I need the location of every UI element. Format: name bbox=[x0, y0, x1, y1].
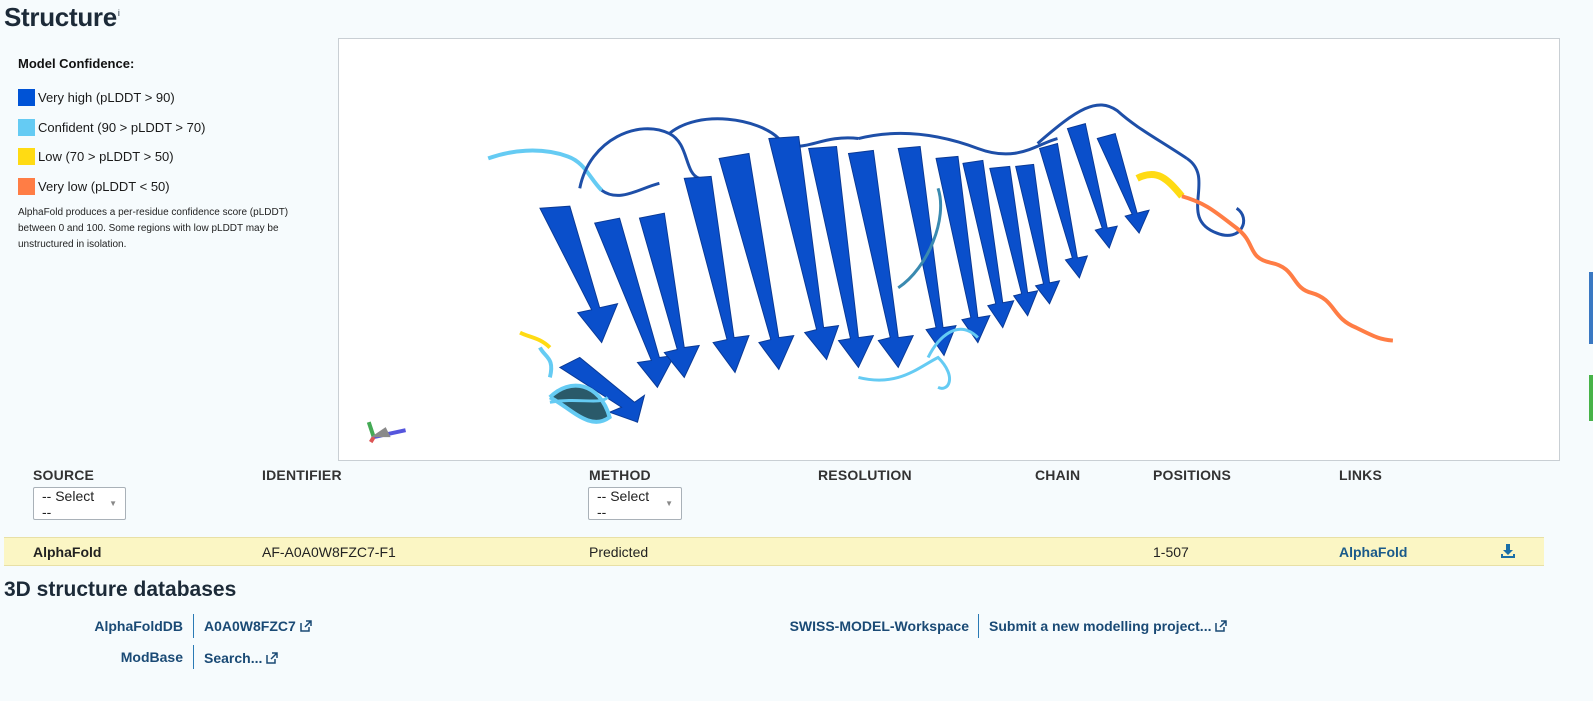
column-resolution: RESOLUTION bbox=[818, 467, 912, 483]
method-select-value: -- Select -- bbox=[597, 487, 650, 520]
legend-item-label: Very high (pLDDT > 90) bbox=[38, 90, 175, 106]
column-links: LINKS bbox=[1339, 467, 1382, 483]
legend-item-label: Low (70 > pLDDT > 50) bbox=[38, 149, 174, 165]
legend-item-confident: Confident (90 > pLDDT > 70) bbox=[18, 113, 318, 143]
very-low-swatch bbox=[18, 177, 35, 195]
table-row[interactable]: AlphaFold AF-A0A0W8FZC7-F1 Predicted 1-5… bbox=[4, 537, 1544, 566]
column-method: METHOD bbox=[589, 467, 651, 483]
legend-item-low: Low (70 > pLDDT > 50) bbox=[18, 142, 318, 172]
db-label-modbase: ModBase bbox=[120, 649, 183, 665]
confident-swatch bbox=[18, 118, 35, 136]
alphafolddb-link[interactable]: A0A0W8FZC7 bbox=[204, 618, 312, 634]
swiss-model-link[interactable]: Submit a new modelling project... bbox=[989, 618, 1228, 634]
external-link-icon bbox=[300, 620, 312, 632]
db-label-swiss-model-workspace: SWISS-MODEL-Workspace bbox=[789, 618, 969, 634]
method-select[interactable]: -- Select -- ▼ bbox=[588, 487, 682, 520]
db-separator bbox=[193, 645, 194, 669]
column-identifier: IDENTIFIER bbox=[262, 467, 342, 483]
column-source: SOURCE bbox=[33, 467, 95, 483]
swiss-model-link-text: Submit a new modelling project... bbox=[989, 618, 1212, 634]
chevron-down-icon: ▼ bbox=[665, 499, 673, 508]
download-icon[interactable] bbox=[1500, 543, 1516, 559]
db-separator bbox=[978, 614, 979, 638]
modbase-link-text: Search... bbox=[204, 650, 263, 666]
scroll-marker-blue bbox=[1589, 272, 1593, 344]
scroll-marker-green bbox=[1589, 375, 1593, 421]
row-identifier: AF-A0A0W8FZC7-F1 bbox=[262, 544, 396, 560]
external-link-icon bbox=[1215, 620, 1228, 632]
legend-item-very-low: Very low (pLDDT < 50) bbox=[18, 172, 318, 202]
legend-item-label: Very low (pLDDT < 50) bbox=[38, 178, 170, 194]
column-positions: POSITIONS bbox=[1153, 467, 1232, 483]
legend-heading: Model Confidence: bbox=[18, 56, 135, 71]
legend-item-very-high: Very high (pLDDT > 90) bbox=[18, 83, 318, 113]
modbase-link[interactable]: Search... bbox=[204, 650, 279, 666]
db-separator bbox=[193, 614, 194, 638]
row-positions: 1-507 bbox=[1153, 544, 1189, 560]
column-chain: CHAIN bbox=[1035, 467, 1081, 483]
very-high-swatch bbox=[18, 89, 35, 107]
row-method: Predicted bbox=[589, 544, 649, 560]
section-title-3d-structure-databases: 3D structure databases bbox=[4, 578, 237, 601]
source-select[interactable]: -- Select -- ▼ bbox=[33, 487, 126, 520]
structure-table-header: SOURCE IDENTIFIER METHOD RESOLUTION CHAI… bbox=[0, 467, 1593, 527]
orientation-axes-icon bbox=[366, 421, 407, 444]
alphafolddb-link-text: A0A0W8FZC7 bbox=[204, 618, 296, 634]
external-link-icon bbox=[266, 652, 279, 664]
chevron-down-icon: ▼ bbox=[109, 499, 117, 508]
legend-note: AlphaFold produces a per-residue confide… bbox=[18, 207, 289, 250]
model-confidence-legend: Model Confidence: Very high (pLDDT > 90)… bbox=[18, 56, 318, 253]
page-title: Structurei bbox=[4, 2, 120, 32]
alphafold-link[interactable]: AlphaFold bbox=[1339, 544, 1407, 560]
db-label-alphafolddb: AlphaFoldDB bbox=[94, 618, 183, 634]
row-source: AlphaFold bbox=[33, 544, 102, 560]
legend-item-label: Confident (90 > pLDDT > 70) bbox=[38, 119, 206, 135]
structure-3d-viewer[interactable] bbox=[338, 38, 1560, 461]
protein-3d-model-icon[interactable] bbox=[339, 39, 1559, 460]
source-select-value: -- Select -- bbox=[42, 487, 95, 520]
low-swatch bbox=[18, 148, 35, 166]
info-icon[interactable]: i bbox=[118, 8, 120, 18]
